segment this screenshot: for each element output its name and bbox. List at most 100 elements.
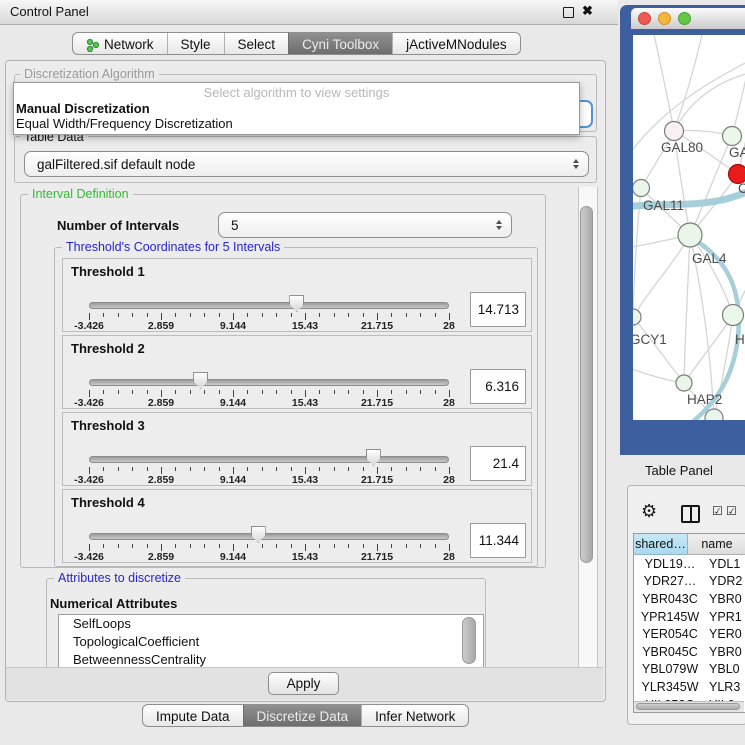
network-icon <box>86 38 99 52</box>
network-node[interactable] <box>723 305 744 326</box>
close-icon[interactable]: ✖ <box>582 3 593 19</box>
slider-tick-label: -3.426 <box>74 474 104 486</box>
slider-tick-label: -3.426 <box>74 320 104 332</box>
threshold-value-field[interactable]: 6.316 <box>470 369 526 404</box>
algorithm-option[interactable]: Equal Width/Frequency Discretization <box>16 116 233 131</box>
attribute-list-item[interactable]: BetweennessCentrality <box>59 651 483 668</box>
threshold-slider-track[interactable] <box>89 456 449 463</box>
threshold-label: Threshold 4 <box>71 495 145 510</box>
threshold-label: Threshold 1 <box>71 264 145 279</box>
table-hscrollbar-track[interactable] <box>634 701 744 712</box>
tab-jactivemnodules[interactable]: jActiveMNodules <box>392 33 520 54</box>
slider-tick <box>233 313 234 320</box>
slider-tick <box>276 313 277 317</box>
network-node[interactable] <box>676 375 692 391</box>
threshold-slider-thumb[interactable] <box>251 526 266 543</box>
slider-tick-label: 15.43 <box>292 474 318 486</box>
table-hscrollbar-thumb[interactable] <box>636 703 740 710</box>
threshold-panel: Threshold 1-3.4262.8599.14415.4321.71528… <box>62 258 532 332</box>
threshold-slider-track[interactable] <box>89 302 449 309</box>
slider-tick-label: 2.859 <box>148 474 174 486</box>
float-window-icon[interactable] <box>563 7 574 18</box>
attribute-list-item[interactable]: TopologicalCoefficient <box>59 633 483 651</box>
table-row[interactable]: YBR045CYBR0 <box>634 643 745 661</box>
slider-tick <box>291 467 292 471</box>
node-table[interactable]: shared… name YDL19…YDL1YDR27…YDR2YBR043C… <box>633 533 745 713</box>
slider-tick <box>391 544 392 548</box>
network-window-titlebar[interactable] <box>631 8 745 29</box>
attributes-scrollbar-thumb[interactable] <box>462 617 476 664</box>
slider-tick <box>276 544 277 548</box>
numerical-attributes-list[interactable]: SelfLoopsTopologicalCoefficientBetweenne… <box>58 614 484 668</box>
slider-tick <box>406 467 407 471</box>
algorithm-option[interactable]: Manual Discretization <box>16 101 150 116</box>
threshold-slider-thumb[interactable] <box>289 295 304 312</box>
column-header-shared-name[interactable]: shared… <box>634 534 688 555</box>
slider-tick <box>190 313 191 317</box>
apply-button[interactable]: Apply <box>268 672 339 695</box>
slider-tick <box>175 544 176 548</box>
slider-tick <box>305 467 306 474</box>
attribute-list-item[interactable]: SelfLoops <box>59 615 483 633</box>
network-node[interactable] <box>723 127 742 146</box>
table-row[interactable]: YBL079WYBL0 <box>634 661 745 679</box>
threshold-value-field[interactable]: 11.344 <box>470 523 526 558</box>
slider-tick-label: -3.426 <box>74 397 104 409</box>
combo-arrows-icon <box>573 159 579 169</box>
algorithm-popup: Select algorithm to view settings Manual… <box>13 82 580 135</box>
slider-tick <box>319 544 320 548</box>
network-node[interactable] <box>633 309 641 325</box>
network-node[interactable] <box>678 223 702 247</box>
table-row[interactable]: YBR043CYBR0 <box>634 590 745 608</box>
network-node[interactable] <box>633 180 650 197</box>
minimize-traffic-light-icon[interactable] <box>658 12 671 25</box>
tab-infer-network[interactable]: Infer Network <box>361 705 468 726</box>
cell-name: YDL1 <box>706 557 745 571</box>
network-node-label: H <box>735 332 745 347</box>
slider-tick-label: 2.859 <box>148 551 174 563</box>
slider-tick <box>89 313 90 320</box>
tab-select[interactable]: Select <box>224 33 289 54</box>
threshold-slider-track[interactable] <box>89 533 449 540</box>
gear-icon[interactable]: ⚙ <box>641 501 657 522</box>
slider-tick <box>348 544 349 548</box>
column-header-name[interactable]: name <box>688 534 745 555</box>
table-row[interactable]: YDL19…YDL1 <box>634 555 745 573</box>
slider-tick <box>204 313 205 317</box>
main-scrollbar-thumb[interactable] <box>580 206 593 563</box>
slider-tick <box>190 544 191 548</box>
table-data-combo[interactable]: galFiltered.sif default node <box>24 151 589 177</box>
threshold-value-field[interactable]: 21.4 <box>470 446 526 481</box>
table-row[interactable]: YLR345WYLR3 <box>634 678 745 696</box>
network-node[interactable] <box>665 122 684 141</box>
checkbox-icon[interactable]: ☑ <box>712 504 723 518</box>
tab-cyni-toolbox[interactable]: Cyni Toolbox <box>288 33 392 54</box>
network-edge <box>633 235 690 317</box>
tab-label: Select <box>238 37 276 52</box>
checkbox-icon[interactable]: ☑ <box>726 504 737 518</box>
threshold-slider-track[interactable] <box>89 379 449 386</box>
network-view-canvas[interactable]: GAL80GACGAL11GAL4GCY1HHAP2 <box>633 35 745 420</box>
slider-tick <box>334 467 335 471</box>
zoom-traffic-light-icon[interactable] <box>678 12 691 25</box>
discretization-algorithm-label: Discretization Algorithm <box>20 67 159 81</box>
threshold-slider-thumb[interactable] <box>366 449 381 466</box>
slider-tick <box>276 390 277 394</box>
slider-tick-label: 15.43 <box>292 551 318 563</box>
slider-tick <box>204 467 205 471</box>
number-of-intervals-combo[interactable]: 5 <box>218 212 512 238</box>
thresholds-group-label: Threshold's Coordinates for 5 Intervals <box>62 240 284 254</box>
close-traffic-light-icon[interactable] <box>638 12 651 25</box>
table-row[interactable]: YER054CYER0 <box>634 625 745 643</box>
threshold-slider-thumb[interactable] <box>193 372 208 389</box>
tab-style[interactable]: Style <box>167 33 224 54</box>
columns-icon[interactable] <box>681 505 700 523</box>
tab-network[interactable]: Network <box>73 33 167 54</box>
table-row[interactable]: YDR27…YDR2 <box>634 573 745 591</box>
tab-discretize-data[interactable]: Discretize Data <box>243 705 362 726</box>
network-edge <box>684 235 690 383</box>
tab-impute-data[interactable]: Impute Data <box>143 705 243 726</box>
table-row[interactable]: YPR145WYPR1 <box>634 608 745 626</box>
slider-tick <box>406 313 407 317</box>
threshold-value-field[interactable]: 14.713 <box>470 292 526 327</box>
